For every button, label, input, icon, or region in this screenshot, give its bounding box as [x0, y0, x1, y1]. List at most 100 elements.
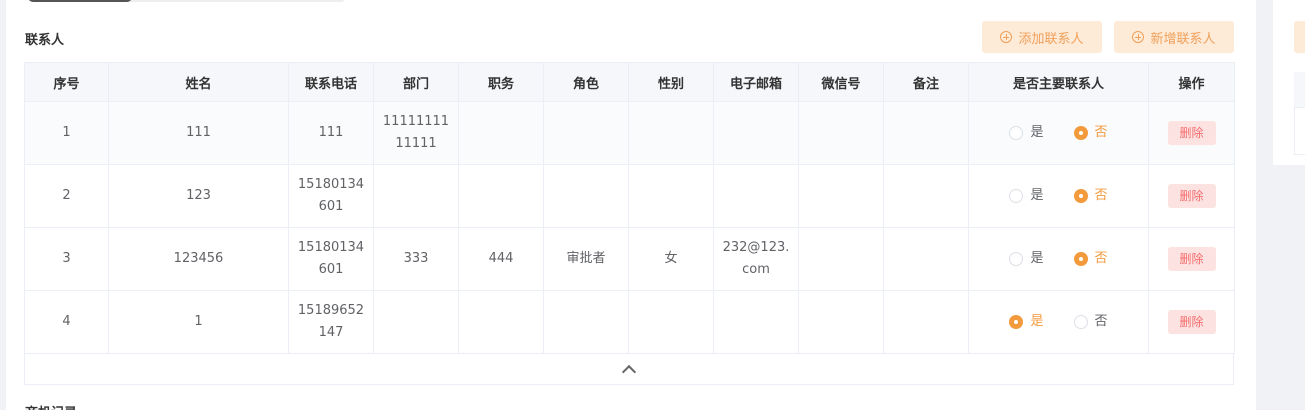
radio-label: 是 — [1030, 314, 1044, 329]
radio-label: 是 — [1030, 188, 1044, 203]
cell-department: 333 — [373, 227, 459, 291]
col-header: 性别 — [628, 62, 714, 102]
cell-primary: 是否 — [968, 101, 1149, 165]
radio-label: 是 — [1030, 251, 1044, 266]
col-header: 职务 — [458, 62, 544, 102]
right-panel-button[interactable] — [1294, 21, 1305, 53]
cell-position — [458, 164, 544, 228]
cell-department: 1111111111111 — [373, 101, 459, 165]
primary-radio-group: 是否 — [977, 248, 1140, 270]
cell-email — [713, 290, 799, 354]
col-header: 姓名 — [108, 62, 289, 102]
table-header-row: 序号 姓名 联系电话 部门 职务 角色 性别 电子邮箱 微信号 备注 是否主要联… — [24, 62, 1235, 102]
cell-actions: 删除 — [1148, 290, 1235, 354]
cell-phone: 111 — [288, 101, 374, 165]
cell-gender — [628, 164, 714, 228]
radio-label: 否 — [1094, 251, 1108, 266]
primary-radio-group: 是否 — [977, 311, 1140, 333]
delete-button[interactable]: 删除 — [1167, 310, 1216, 334]
col-header: 备注 — [883, 62, 969, 102]
table-row: 4 1 15189652147 是否删除 — [24, 290, 1235, 354]
primary-radio-no[interactable]: 否 — [1073, 248, 1108, 270]
delete-button[interactable]: 删除 — [1167, 184, 1216, 208]
cell-wechat — [798, 101, 884, 165]
cell-name: 123 — [108, 164, 289, 228]
radio-circle-icon — [1073, 315, 1088, 329]
new-contact-label: 新增联系人 — [1150, 31, 1216, 47]
new-contact-button[interactable]: 新增联系人 — [1114, 21, 1234, 53]
col-header: 操作 — [1148, 62, 1235, 102]
contacts-table: 序号 姓名 联系电话 部门 职务 角色 性别 电子邮箱 微信号 备注 是否主要联… — [24, 62, 1235, 354]
section-title: 联系人 — [25, 33, 65, 48]
primary-radio-group: 是否 — [977, 185, 1140, 207]
radio-label: 否 — [1094, 125, 1108, 140]
primary-radio-no[interactable]: 否 — [1073, 311, 1108, 333]
cell-gender: 女 — [628, 227, 714, 291]
cell-department — [373, 290, 459, 354]
cell-gender — [628, 290, 714, 354]
top-tab-active[interactable] — [28, 0, 132, 2]
cell-role: 审批者 — [543, 227, 629, 291]
radio-circle-icon — [1073, 252, 1088, 266]
cell-index: 1 — [24, 101, 109, 165]
cell-wechat — [798, 227, 884, 291]
cell-email — [713, 101, 799, 165]
cell-position — [458, 290, 544, 354]
cell-department — [373, 164, 459, 228]
radio-circle-icon — [1073, 189, 1088, 203]
cell-actions: 删除 — [1148, 164, 1235, 228]
cell-role — [543, 290, 629, 354]
cell-index: 4 — [24, 290, 109, 354]
next-section-title: 商机记录 — [25, 402, 77, 410]
table-row: 2 123 15180134601 是否删除 — [24, 164, 1235, 228]
radio-circle-icon — [1009, 126, 1024, 140]
radio-circle-icon — [1073, 126, 1088, 140]
cell-actions: 删除 — [1148, 227, 1235, 291]
cell-phone: 15189652147 — [288, 290, 374, 354]
radio-label: 否 — [1094, 314, 1108, 329]
radio-label: 否 — [1094, 188, 1108, 203]
col-header: 角色 — [543, 62, 629, 102]
col-header: 微信号 — [798, 62, 884, 102]
cell-role — [543, 101, 629, 165]
cell-position — [458, 101, 544, 165]
primary-radio-group: 是否 — [977, 122, 1140, 144]
col-header: 是否主要联系人 — [968, 62, 1149, 102]
cell-phone: 15180134601 — [288, 227, 374, 291]
right-panel-table-header — [1294, 72, 1305, 108]
primary-radio-yes[interactable]: 是 — [1009, 122, 1044, 144]
primary-radio-no[interactable]: 否 — [1073, 122, 1108, 144]
cell-primary: 是否 — [968, 164, 1149, 228]
cell-index: 2 — [24, 164, 109, 228]
radio-circle-icon — [1009, 252, 1024, 266]
add-contact-button[interactable]: 添加联系人 — [982, 21, 1102, 53]
delete-button[interactable]: 删除 — [1167, 247, 1216, 271]
cell-note — [883, 227, 969, 291]
plus-circle-icon — [1132, 31, 1145, 43]
cell-actions: 删除 — [1148, 101, 1235, 165]
cell-role — [543, 164, 629, 228]
cell-note — [883, 101, 969, 165]
cell-gender — [628, 101, 714, 165]
col-header: 部门 — [373, 62, 459, 102]
collapse-toggle[interactable] — [24, 353, 1234, 385]
primary-radio-yes[interactable]: 是 — [1009, 248, 1044, 270]
cell-note — [883, 164, 969, 228]
table-row: 3 123456 15180134601 333 444 审批者女 232@123.com 是… — [24, 227, 1235, 291]
primary-radio-yes[interactable]: 是 — [1009, 185, 1044, 207]
cell-name: 123456 — [108, 227, 289, 291]
chevron-up-icon — [621, 364, 637, 379]
cell-email: 232@123.com — [713, 227, 799, 291]
col-header: 序号 — [24, 62, 109, 102]
radio-circle-icon — [1009, 315, 1024, 329]
primary-radio-yes[interactable]: 是 — [1009, 311, 1044, 333]
cell-position: 444 — [458, 227, 544, 291]
radio-circle-icon — [1009, 189, 1024, 203]
plus-circle-icon — [1000, 31, 1013, 43]
cell-note — [883, 290, 969, 354]
delete-button[interactable]: 删除 — [1167, 121, 1216, 145]
primary-radio-no[interactable]: 否 — [1073, 185, 1108, 207]
cell-name: 1 — [108, 290, 289, 354]
table-row: 1 111 111 1111111111111 是否删除 — [24, 101, 1235, 165]
cell-primary: 是否 — [968, 290, 1149, 354]
